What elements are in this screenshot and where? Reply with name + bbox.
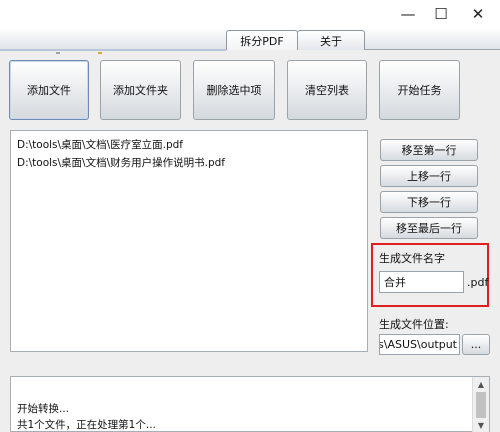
output-location-input[interactable]: ers\ASUS\output: [379, 334, 460, 355]
log-scrollbar[interactable]: ▲ ▼: [472, 377, 489, 432]
list-item[interactable]: D:\tools\桌面\文档\财务用户操作说明书.pdf: [17, 155, 225, 170]
move-bottom-button[interactable]: 移至最后一行: [380, 217, 478, 239]
delete-selected-button[interactable]: 删除选中项: [193, 60, 275, 120]
output-extension-label: .pdf: [467, 276, 489, 289]
scroll-thumb[interactable]: [476, 392, 486, 418]
scroll-up-icon[interactable]: ▲: [473, 377, 489, 391]
move-top-button[interactable]: 移至第一行: [380, 139, 478, 161]
divider: [56, 52, 60, 54]
list-item[interactable]: D:\tools\桌面\文档\医疗室立面.pdf: [17, 137, 183, 152]
file-list[interactable]: D:\tools\桌面\文档\医疗室立面.pdf D:\tools\桌面\文档\…: [10, 130, 368, 352]
divider: [98, 52, 102, 54]
tab-split-pdf[interactable]: 拆分PDF: [226, 30, 298, 50]
scroll-down-icon[interactable]: ▼: [473, 418, 489, 432]
output-location-label: 生成文件位置:: [379, 318, 449, 331]
add-folder-button[interactable]: 添加文件夹: [100, 60, 181, 120]
tab-label: 拆分PDF: [240, 34, 284, 48]
output-name-input[interactable]: 合并: [379, 271, 464, 293]
output-name-label: 生成文件名字: [379, 252, 445, 265]
maximize-icon: ☐: [434, 5, 448, 23]
tab-label: 关于: [320, 34, 342, 48]
tab-strip-divider: [0, 49, 226, 51]
start-task-button[interactable]: 开始任务: [379, 60, 460, 120]
close-button[interactable]: ✕: [456, 0, 500, 28]
close-icon: ✕: [471, 5, 485, 23]
move-up-button[interactable]: 上移一行: [380, 165, 478, 187]
add-file-button[interactable]: 添加文件: [9, 60, 89, 120]
tab-about[interactable]: 关于: [297, 30, 365, 50]
minimize-icon: —: [400, 5, 416, 23]
log-line: 共1个文件，正在处理第1个...: [17, 419, 156, 431]
log-area[interactable]: 开始转换... 共1个文件，正在处理第1个...: [10, 376, 490, 432]
log-line: 开始转换...: [17, 403, 70, 415]
clear-list-button[interactable]: 清空列表: [287, 60, 367, 120]
move-down-button[interactable]: 下移一行: [380, 191, 478, 213]
browse-button[interactable]: ...: [462, 334, 490, 355]
